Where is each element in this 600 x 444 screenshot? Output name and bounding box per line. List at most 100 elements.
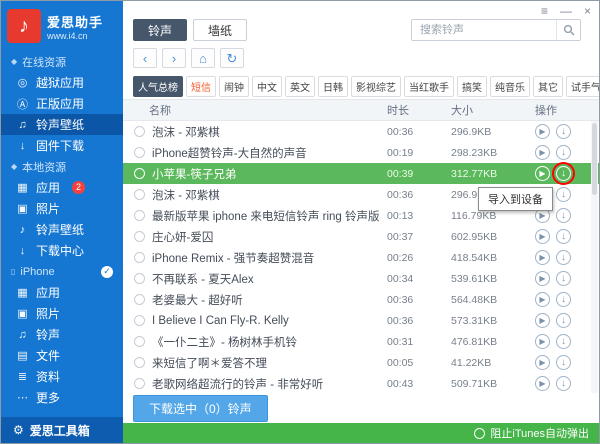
device-connected-check-icon: ✓ <box>101 266 113 278</box>
select-radio-icon[interactable] <box>134 336 145 347</box>
category-tv-variety[interactable]: 影视综艺 <box>351 76 401 97</box>
sidebar-section-iphone[interactable]: ▯iPhone✓ <box>1 261 123 282</box>
home-icon[interactable]: ⌂ <box>191 48 215 68</box>
ringtone-row[interactable]: 不再联系 - 夏天Alex00:34539.61KB▶↓ <box>123 268 599 289</box>
sidebar-item-device-data[interactable]: ≣资料 <box>1 366 123 387</box>
play-button[interactable]: ▶ <box>535 355 550 370</box>
download-button[interactable]: ↓ <box>556 187 571 202</box>
play-button[interactable]: ▶ <box>535 376 550 391</box>
play-button[interactable]: ▶ <box>535 229 550 244</box>
sidebar: ♪ 爱思助手 www.i4.cn ◆在线资源◎越狱应用Ⓐ正版应用♫铃声壁纸↓固件… <box>1 1 123 443</box>
category-japan-korea[interactable]: 日韩 <box>318 76 348 97</box>
sidebar-item-label: 固件下载 <box>36 137 84 154</box>
refresh-icon[interactable]: ↻ <box>220 48 244 68</box>
play-button[interactable]: ▶ <box>535 271 550 286</box>
search-input[interactable] <box>412 20 556 40</box>
sidebar-item-local-apps[interactable]: ▦应用2 <box>1 177 123 198</box>
ringtone-row[interactable]: 《一仆二主》- 杨树林手机铃00:31476.81KB▶↓ <box>123 331 599 352</box>
window-close-button[interactable]: × <box>584 4 591 18</box>
download-button[interactable]: ↓ <box>556 292 571 307</box>
download-button[interactable]: ↓ <box>556 250 571 265</box>
select-radio-icon[interactable] <box>134 210 145 221</box>
play-button[interactable]: ▶ <box>535 313 550 328</box>
download-button[interactable]: ↓ <box>556 355 571 370</box>
search-button[interactable] <box>556 20 580 40</box>
ringtone-row[interactable]: iPhone超赞铃声-大自然的声音00:19298.23KB▶↓ <box>123 142 599 163</box>
play-button[interactable]: ▶ <box>535 145 550 160</box>
play-button[interactable]: ▶ <box>535 166 550 181</box>
play-button[interactable]: ▶ <box>535 334 550 349</box>
select-radio-icon[interactable] <box>134 126 145 137</box>
sidebar-item-device-more[interactable]: ⋯更多 <box>1 387 123 408</box>
select-radio-icon[interactable] <box>134 147 145 158</box>
category-english[interactable]: 英文 <box>285 76 315 97</box>
sidebar-item-local-ringtones-wallpapers[interactable]: ♪铃声壁纸 <box>1 219 123 240</box>
ringtone-row[interactable]: 老歌网络超流行的铃声 - 非常好听00:43509.71KB▶↓ <box>123 373 599 393</box>
category-top-chart[interactable]: 人气总榜 <box>133 76 183 97</box>
category-funny[interactable]: 搞笑 <box>457 76 487 97</box>
ringtone-list: 泡沫 - 邓紫棋00:36296.9KB▶↓iPhone超赞铃声-大自然的声音0… <box>123 121 599 393</box>
download-button[interactable]: ↓ <box>556 334 571 349</box>
select-radio-icon[interactable] <box>134 231 145 242</box>
tab-ringtones[interactable]: 铃声 <box>133 19 187 41</box>
category-hot-singers[interactable]: 当红歌手 <box>404 76 454 97</box>
sidebar-item-device-files[interactable]: ▤文件 <box>1 345 123 366</box>
category-chinese[interactable]: 中文 <box>252 76 282 97</box>
category-pure-music[interactable]: 纯音乐 <box>490 76 530 97</box>
toolbox-button[interactable]: ⚙ 爱思工具箱 <box>1 417 123 443</box>
ringtone-row[interactable]: 老婆最大 - 超好听00:36564.48KB▶↓ <box>123 289 599 310</box>
tab-wallpapers[interactable]: 墙纸 <box>193 19 247 41</box>
ringtone-rows: 泡沫 - 邓紫棋00:36296.9KB▶↓iPhone超赞铃声-大自然的声音0… <box>123 121 599 393</box>
sidebar-item-genuine-apps[interactable]: Ⓐ正版应用 <box>1 93 123 114</box>
download-button[interactable]: ↓ <box>556 271 571 286</box>
block-itunes-checkbox[interactable] <box>474 428 485 439</box>
ringtone-row[interactable]: 庄心妍-爱囚00:37602.95KB▶↓ <box>123 226 599 247</box>
download-button[interactable]: ↓ <box>556 229 571 244</box>
sidebar-item-device-photos[interactable]: ▣照片 <box>1 303 123 324</box>
sidebar-item-ringtones-wallpapers[interactable]: ♫铃声壁纸 <box>1 114 123 135</box>
play-button[interactable]: ▶ <box>535 250 550 265</box>
category-try-luck[interactable]: 试手气 <box>566 76 600 97</box>
select-radio-icon[interactable] <box>134 357 145 368</box>
table-header: 名称 时长 大小 操作 <box>123 99 599 121</box>
download-button[interactable]: ↓ <box>556 313 571 328</box>
sidebar-item-device-apps[interactable]: ▦应用 <box>1 282 123 303</box>
sidebar-item-firmware-download[interactable]: ↓固件下载 <box>1 135 123 156</box>
sidebar-section-online: ◆在线资源 <box>1 51 123 72</box>
select-radio-icon[interactable] <box>134 315 145 326</box>
sidebar-item-label: 照片 <box>36 305 60 322</box>
sidebar-item-device-ringtones[interactable]: ♫铃声 <box>1 324 123 345</box>
scrollbar-thumb[interactable] <box>592 123 597 195</box>
play-button[interactable]: ▶ <box>535 292 550 307</box>
window-menu-button[interactable]: ≡ <box>541 4 548 18</box>
select-radio-icon[interactable] <box>134 294 145 305</box>
scrollbar[interactable] <box>591 121 598 393</box>
back-button[interactable]: ‹ <box>133 48 157 68</box>
ringtone-row[interactable]: 泡沫 - 邓紫棋00:36296.9KB▶↓ <box>123 121 599 142</box>
download-button[interactable]: ↓ <box>556 376 571 391</box>
select-radio-icon[interactable] <box>134 378 145 389</box>
window-minimize-button[interactable]: — <box>560 4 572 18</box>
ringtone-row[interactable]: 小苹果-筷子兄弟00:39312.77KB▶↓ <box>123 163 599 184</box>
ringtone-row[interactable]: iPhone Remix - 强节奏超赞混音00:26418.54KB▶↓ <box>123 247 599 268</box>
sidebar-item-label: 铃声 <box>36 326 60 343</box>
sidebar-item-jailbreak-apps[interactable]: ◎越狱应用 <box>1 72 123 93</box>
category-other[interactable]: 其它 <box>533 76 563 97</box>
ringtone-row[interactable]: I Believe I Can Fly-R. Kelly00:36573.31K… <box>123 310 599 331</box>
select-radio-icon[interactable] <box>134 189 145 200</box>
sidebar-item-local-photos[interactable]: ▣照片 <box>1 198 123 219</box>
select-radio-icon[interactable] <box>134 252 145 263</box>
download-button[interactable]: ↓ <box>556 124 571 139</box>
download-button[interactable]: ↓ <box>556 145 571 160</box>
forward-button[interactable]: › <box>162 48 186 68</box>
ringtone-row[interactable]: 来短信了啊＊爱答不理00:0541.22KB▶↓ <box>123 352 599 373</box>
select-radio-icon[interactable] <box>134 168 145 179</box>
download-selected-button[interactable]: 下载选中（0）铃声 <box>133 395 268 422</box>
category-sms[interactable]: 短信 <box>186 76 216 97</box>
download-button[interactable]: ↓ <box>556 208 571 223</box>
play-button[interactable]: ▶ <box>535 124 550 139</box>
sidebar-item-download-center[interactable]: ↓下载中心 <box>1 240 123 261</box>
select-radio-icon[interactable] <box>134 273 145 284</box>
category-alarm[interactable]: 闹钟 <box>219 76 249 97</box>
download-button[interactable]: ↓ <box>556 166 571 181</box>
